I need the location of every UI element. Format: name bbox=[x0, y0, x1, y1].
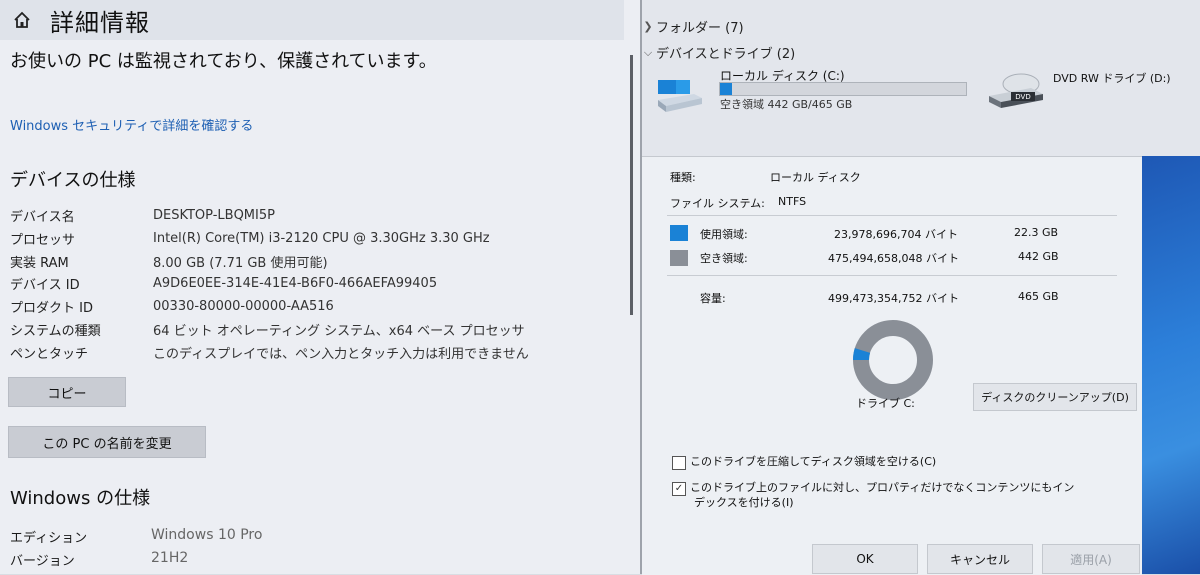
compress-label: このドライブを圧縮してディスク領域を空ける(C) bbox=[690, 455, 937, 468]
divider bbox=[667, 275, 1117, 276]
spec-value: Windows 10 Pro bbox=[151, 527, 263, 543]
spec-value: このディスプレイでは、ペン入力とタッチ入力は利用できません bbox=[153, 346, 529, 362]
spec-key: システムの種類 bbox=[10, 323, 101, 339]
home-icon[interactable] bbox=[12, 10, 32, 30]
used-space-label: 使用領域: bbox=[700, 228, 748, 241]
spec-key: バージョン bbox=[10, 554, 75, 569]
type-value: ローカル ディスク bbox=[770, 171, 861, 184]
scrollbar-thumb[interactable] bbox=[630, 55, 633, 315]
donut-free-arc bbox=[853, 320, 933, 400]
index-label-line2: デックスを付ける(I) bbox=[694, 496, 794, 509]
protection-status-text: お使いの PC は監視されており、保護されています。 bbox=[10, 51, 437, 72]
desktop-wallpaper bbox=[1142, 156, 1200, 574]
page-title: 詳細情報 bbox=[50, 8, 150, 37]
spec-row-ram: 実装 RAM 8.00 GB (7.71 GB 使用可能) bbox=[10, 250, 328, 272]
copy-button[interactable]: コピー bbox=[8, 377, 126, 407]
free-space-bytes: 475,494,658,048 バイト bbox=[828, 252, 959, 265]
ok-button[interactable]: OK bbox=[812, 544, 918, 574]
cancel-button[interactable]: キャンセル bbox=[927, 544, 1033, 574]
filesystem-label: ファイル システム: bbox=[670, 197, 765, 210]
free-space-label: 空き領域: bbox=[700, 252, 748, 265]
spec-key: ペンとタッチ bbox=[10, 346, 89, 362]
spec-value: 64 ビット オペレーティング システム、x64 ベース プロセッサ bbox=[153, 323, 525, 339]
spec-key: 実装 RAM bbox=[10, 255, 69, 271]
spec-row-product-id: プロダクト ID 00330-80000-00000-AA516 bbox=[10, 295, 334, 317]
dvd-drive-name[interactable]: DVD RW ドライブ (D:) bbox=[1053, 70, 1171, 86]
spec-value: A9D6E0EE-314E-41E4-B6F0-466AEFA99405 bbox=[153, 275, 438, 291]
drive-c-usage-fill bbox=[720, 83, 733, 95]
apply-button[interactable]: 適用(A) bbox=[1042, 544, 1140, 574]
spec-value: 00330-80000-00000-AA516 bbox=[153, 298, 334, 314]
explorer-this-pc: ❯ フォルダー (7) ⌵ デバイスとドライブ (2) ローカル ディスク (C… bbox=[642, 0, 1200, 156]
compress-checkbox[interactable] bbox=[672, 456, 686, 470]
settings-about-panel: 詳細情報 お使いの PC は監視されており、保護されています。 Windows … bbox=[0, 0, 642, 574]
capacity-label: 容量: bbox=[700, 292, 726, 305]
spec-row-device-id: デバイス ID A9D6E0EE-314E-41E4-B6F0-466AEFA9… bbox=[10, 272, 437, 294]
devices-group-header[interactable]: ⌵ デバイスとドライブ (2) bbox=[642, 43, 796, 63]
folders-group-header[interactable]: ❯ フォルダー (7) bbox=[642, 17, 744, 36]
free-space-gb: 442 GB bbox=[1018, 250, 1059, 263]
spec-key: エディション bbox=[10, 531, 88, 546]
spec-row-pen-touch: ペンとタッチ このディスプレイでは、ペン入力とタッチ入力は利用できません bbox=[10, 341, 529, 363]
used-space-gb: 22.3 GB bbox=[1014, 226, 1059, 239]
devices-group-label: デバイスとドライブ (2) bbox=[656, 47, 796, 62]
drive-c-free-space: 空き領域 442 GB/465 GB bbox=[720, 98, 853, 111]
chevron-down-icon: ⌵ bbox=[643, 45, 653, 59]
device-spec-heading: デバイスの仕様 bbox=[10, 170, 136, 191]
index-label-line1: このドライブ上のファイルに対し、プロパティだけでなくコンテンツにもイン bbox=[690, 481, 1075, 494]
spec-key: デバイス名 bbox=[10, 209, 75, 225]
windows-spec-heading: Windows の仕様 bbox=[10, 488, 151, 509]
spec-row-device-name: デバイス名 DESKTOP-LBQMI5P bbox=[10, 204, 275, 226]
folders-group-label: フォルダー (7) bbox=[656, 21, 744, 36]
used-space-swatch bbox=[670, 225, 688, 241]
disk-usage-donut bbox=[853, 320, 933, 400]
rename-pc-button[interactable]: この PC の名前を変更 bbox=[8, 426, 206, 458]
drive-label: ドライブ C: bbox=[856, 397, 915, 410]
spec-value: DESKTOP-LBQMI5P bbox=[153, 207, 275, 223]
dvd-icon-label: DVD bbox=[1015, 93, 1030, 101]
windows-security-link[interactable]: Windows セキュリティで詳細を確認する bbox=[10, 115, 253, 134]
spec-value: Intel(R) Core(TM) i3-2120 CPU @ 3.30GHz … bbox=[153, 230, 490, 246]
spec-key: デバイス ID bbox=[10, 277, 80, 293]
used-space-bytes: 23,978,696,704 バイト bbox=[834, 228, 958, 241]
spec-value: 8.00 GB (7.71 GB 使用可能) bbox=[153, 255, 328, 271]
filesystem-value: NTFS bbox=[778, 195, 807, 208]
index-checkbox[interactable]: ✓ bbox=[672, 482, 686, 496]
disk-cleanup-button[interactable]: ディスクのクリーンアップ(D) bbox=[973, 383, 1137, 411]
spec-key: プロセッサ bbox=[10, 232, 76, 248]
dvd-drive-icon[interactable]: DVD bbox=[987, 70, 1045, 110]
capacity-gb: 465 GB bbox=[1018, 290, 1059, 303]
spec-value: 21H2 bbox=[151, 550, 189, 566]
settings-title-bar: 詳細情報 bbox=[0, 0, 624, 40]
chevron-right-icon: ❯ bbox=[643, 20, 653, 33]
drive-c-usage-bar bbox=[719, 82, 967, 96]
spec-row-system-type: システムの種類 64 ビット オペレーティング システム、x64 ベース プロセ… bbox=[10, 318, 525, 340]
hard-drive-icon[interactable] bbox=[654, 76, 704, 114]
spec-row-version: バージョン 21H2 bbox=[10, 550, 188, 569]
capacity-bytes: 499,473,354,752 バイト bbox=[828, 292, 959, 305]
divider bbox=[667, 215, 1117, 216]
drive-properties-dialog: 種類: ローカル ディスク ファイル システム: NTFS 使用領域: 23,9… bbox=[642, 156, 1142, 575]
type-label: 種類: bbox=[670, 171, 696, 184]
spec-key: プロダクト ID bbox=[10, 300, 93, 316]
spec-row-edition: エディション Windows 10 Pro bbox=[10, 527, 262, 546]
spec-row-processor: プロセッサ Intel(R) Core(TM) i3-2120 CPU @ 3.… bbox=[10, 227, 490, 249]
free-space-swatch bbox=[670, 250, 688, 266]
